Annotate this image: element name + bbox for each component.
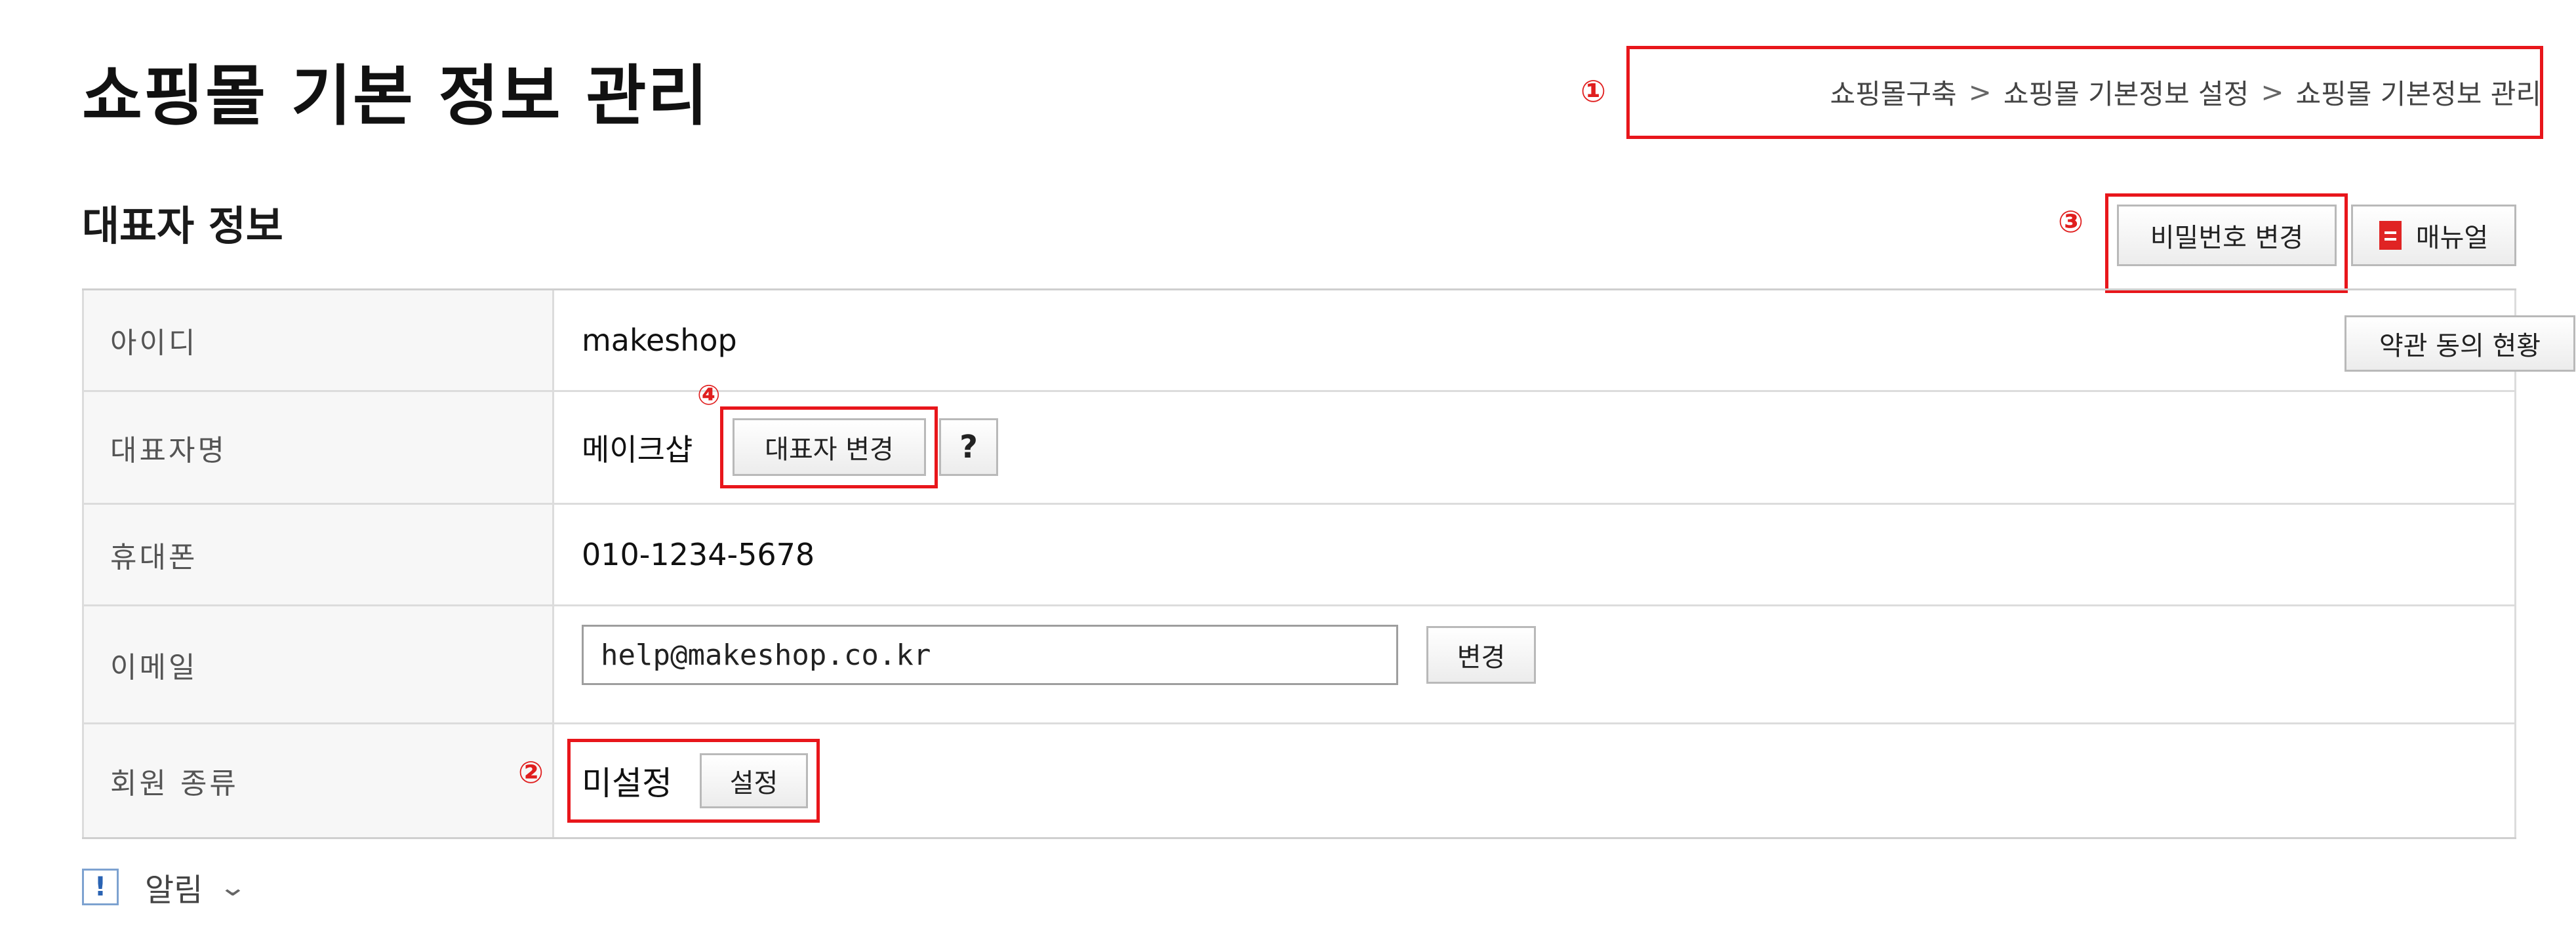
breadcrumb-separator: > [2261, 75, 2284, 108]
breadcrumb-item-basic-management[interactable]: 쇼핑몰 기본정보 관리 [2296, 72, 2541, 112]
exclamation-icon: ! [82, 869, 119, 905]
label-representative: 대표자명 [82, 392, 554, 503]
value-id: makeshop [582, 323, 737, 358]
chevron-down-icon: ⌄ [218, 873, 248, 901]
marker-1: ① [1580, 73, 1606, 109]
label-phone: 휴대폰 [82, 505, 554, 604]
password-change-button[interactable]: 비밀번호 변경 [2117, 205, 2337, 266]
row-email: 이메일 변경 [82, 606, 2516, 724]
value-cell-phone: 010-1234-5678 [554, 505, 2516, 604]
help-button[interactable]: ? [939, 418, 998, 476]
marker-2: ② [518, 755, 544, 790]
row-id: 아이디 makeshop 약관 동의 현황 [82, 290, 2575, 392]
label-member-type: 회원 종류 [82, 724, 554, 837]
marker-4: ④ [697, 379, 721, 411]
breadcrumb-separator: > [1968, 75, 1992, 108]
row-member-type: 회원 종류 ② 미설정 설정 [82, 724, 2516, 837]
breadcrumb: 쇼핑몰구축 > 쇼핑몰 기본정보 설정 > 쇼핑몰 기본정보 관리 [1626, 46, 2561, 138]
value-cell-representative: 메이크샵 ④ 대표자 변경 ? [554, 382, 2516, 503]
terms-status-button[interactable]: 약관 동의 현황 [2345, 315, 2575, 372]
notice-label: 알림 [145, 872, 203, 909]
row-representative: 대표자명 메이크샵 ④ 대표자 변경 ? [82, 382, 2516, 505]
email-change-button[interactable]: 변경 [1426, 626, 1536, 684]
member-type-setup-button[interactable]: 설정 [700, 753, 808, 808]
section-title: 대표자 정보 [82, 202, 283, 250]
value-representative: 메이크샵 [582, 431, 693, 467]
email-field[interactable] [582, 625, 1398, 685]
value-cell-id: makeshop 약관 동의 현황 [554, 290, 2575, 390]
change-representative-button[interactable]: 대표자 변경 [733, 418, 926, 476]
representative-info-table: 아이디 makeshop 약관 동의 현황 대표자명 메이크샵 ④ 대표자 변경… [82, 288, 2575, 839]
label-email: 이메일 [82, 606, 554, 722]
page-title: 쇼핑몰 기본 정보 관리 [82, 58, 710, 134]
manual-button[interactable]: 매뉴얼 [2351, 205, 2516, 266]
manual-label: 매뉴얼 [2415, 223, 2489, 253]
value-cell-member-type: 미설정 설정 [554, 724, 2516, 837]
row-phone: 휴대폰 010-1234-5678 [82, 505, 2516, 606]
marker-3: ③ [2058, 204, 2083, 239]
breadcrumb-item-build[interactable]: 쇼핑몰구축 [1830, 72, 1956, 112]
breadcrumb-item-basic-settings[interactable]: 쇼핑몰 기본정보 설정 [2003, 72, 2249, 112]
notice-toggle[interactable]: ! 알림 ⌄ [82, 864, 248, 910]
label-id: 아이디 [82, 290, 554, 390]
document-icon [2379, 221, 2402, 250]
value-phone: 010-1234-5678 [582, 537, 815, 572]
value-cell-email: 변경 [554, 606, 2516, 722]
